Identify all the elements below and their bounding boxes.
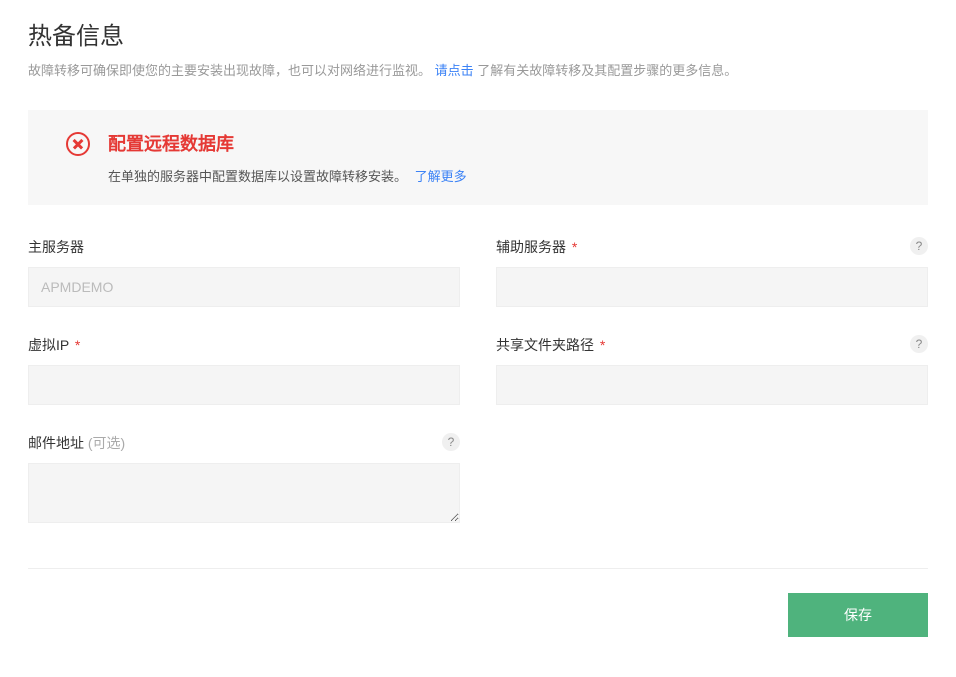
alert-box: 配置远程数据库 在单独的服务器中配置数据库以设置故障转移安装。 了解更多 [28,110,928,205]
required-marker: * [572,239,577,255]
help-icon[interactable]: ? [910,335,928,353]
alert-description: 在单独的服务器中配置数据库以设置故障转移安装。 了解更多 [108,166,908,185]
shared-folder-label-text: 共享文件夹路径 [496,337,594,353]
email-label-text: 邮件地址 [28,435,84,451]
virtual-ip-label: 虚拟IP * [28,335,460,355]
alert-title: 配置远程数据库 [108,130,908,156]
page-title: 热备信息 [28,16,928,51]
email-optional-hint: (可选) [88,435,125,451]
shared-folder-field: ? 共享文件夹路径 * [496,335,928,405]
virtual-ip-input[interactable] [28,365,460,405]
secondary-server-input[interactable] [496,267,928,307]
help-icon[interactable]: ? [910,237,928,255]
email-input[interactable] [28,463,460,523]
email-label: 邮件地址 (可选) [28,433,460,453]
secondary-server-label-text: 辅助服务器 [496,239,566,255]
email-field: ? 邮件地址 (可选) [28,433,460,528]
virtual-ip-label-text: 虚拟IP [28,337,69,353]
shared-folder-input[interactable] [496,365,928,405]
page-description-link[interactable]: 请点击 [435,63,474,78]
help-icon[interactable]: ? [442,433,460,451]
error-icon [66,132,90,156]
required-marker: * [600,337,605,353]
primary-server-field: 主服务器 [28,237,460,307]
alert-description-text: 在单独的服务器中配置数据库以设置故障转移安装。 [108,169,407,184]
alert-learn-more-link[interactable]: 了解更多 [415,169,467,184]
secondary-server-field: ? 辅助服务器 * [496,237,928,307]
actions-bar: 保存 [28,593,928,637]
page-description-suffix: 了解有关故障转移及其配置步骤的更多信息。 [474,63,738,78]
virtual-ip-field: 虚拟IP * [28,335,460,405]
primary-server-label: 主服务器 [28,237,460,257]
save-button[interactable]: 保存 [788,593,928,637]
divider [28,568,928,569]
page-description: 故障转移可确保即使您的主要安装出现故障，也可以对网络进行监视。 请点击 了解有关… [28,61,928,82]
required-marker: * [75,337,80,353]
form-grid: 主服务器 ? 辅助服务器 * 虚拟IP * ? 共享文件夹路径 * [28,237,928,528]
primary-server-input[interactable] [28,267,460,307]
page-description-prefix: 故障转移可确保即使您的主要安装出现故障，也可以对网络进行监视。 [28,63,431,78]
shared-folder-label: 共享文件夹路径 * [496,335,928,355]
secondary-server-label: 辅助服务器 * [496,237,928,257]
